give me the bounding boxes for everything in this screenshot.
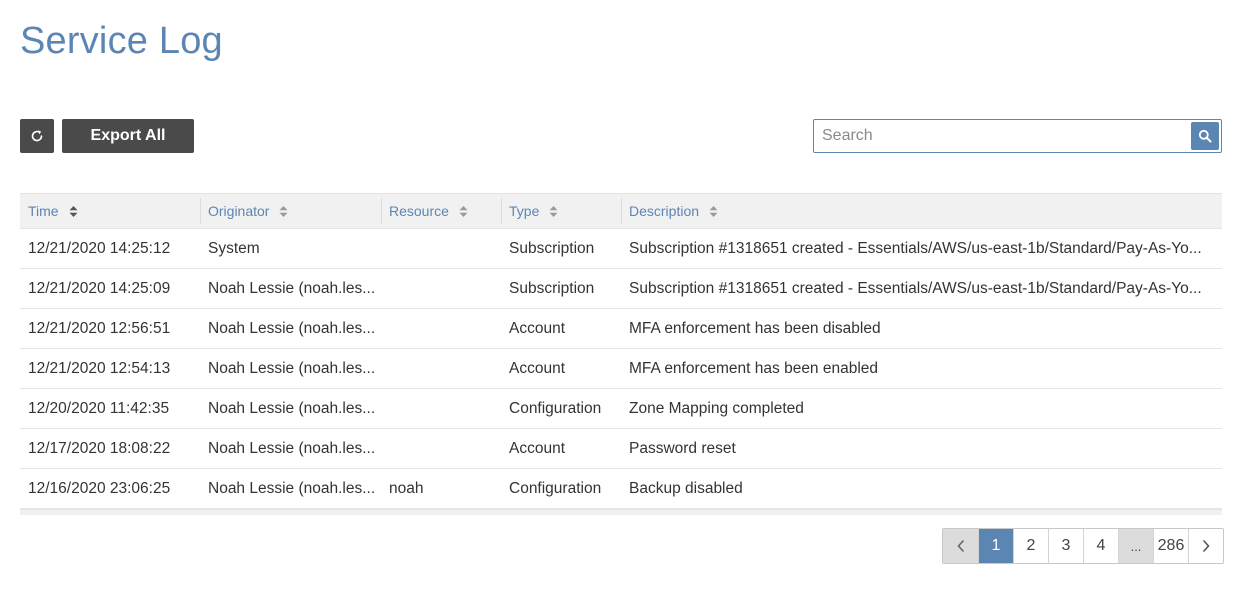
search-input[interactable] <box>814 120 1190 152</box>
cell-resource <box>381 269 501 308</box>
cell-type: Account <box>509 319 566 337</box>
page-button-1[interactable]: 1 <box>978 529 1013 563</box>
table-header: Time Originator Resource Type Descriptio… <box>20 193 1222 229</box>
search-box <box>813 119 1222 153</box>
cell-time: 12/17/2020 18:08:22 <box>28 439 171 457</box>
chevron-left-icon <box>956 539 964 553</box>
column-header-description[interactable]: Description <box>621 194 1222 228</box>
column-label: Originator <box>208 203 270 219</box>
cell-time: 12/20/2020 11:42:35 <box>28 399 170 417</box>
cell-time: 12/21/2020 12:56:51 <box>28 319 171 337</box>
table-row[interactable]: 12/21/2020 12:56:51 Noah Lessie (noah.le… <box>20 309 1222 349</box>
cell-type: Subscription <box>509 279 595 297</box>
cell-time: 12/21/2020 12:54:13 <box>28 359 171 377</box>
column-label: Resource <box>389 203 449 219</box>
column-label: Time <box>28 203 59 219</box>
cell-time: 12/21/2020 14:25:09 <box>28 279 171 297</box>
cell-originator: Noah Lessie (noah.les... <box>208 319 376 337</box>
cell-originator: Noah Lessie (noah.les... <box>208 479 376 497</box>
cell-originator: System <box>208 239 260 257</box>
sort-icon <box>279 205 288 217</box>
cell-description: Subscription #1318651 created - Essentia… <box>629 279 1202 297</box>
cell-resource <box>381 229 501 268</box>
column-header-originator[interactable]: Originator <box>200 194 381 228</box>
previous-page-button[interactable] <box>943 529 978 563</box>
cell-type: Subscription <box>509 239 595 257</box>
search-button[interactable] <box>1191 122 1219 150</box>
page-button-4[interactable]: 4 <box>1083 529 1118 563</box>
sort-icon <box>459 205 468 217</box>
page-ellipsis: ... <box>1118 529 1153 563</box>
column-header-time[interactable]: Time <box>20 194 200 228</box>
cell-description: Subscription #1318651 created - Essentia… <box>629 239 1202 257</box>
refresh-icon <box>31 130 43 142</box>
cell-description: Backup disabled <box>629 479 743 497</box>
refresh-button[interactable] <box>20 119 54 153</box>
cell-type: Account <box>509 439 566 457</box>
page-button-3[interactable]: 3 <box>1048 529 1083 563</box>
column-label: Type <box>509 203 540 219</box>
cell-originator: Noah Lessie (noah.les... <box>208 439 376 457</box>
cell-originator: Noah Lessie (noah.les... <box>208 359 376 377</box>
next-page-button[interactable] <box>1188 529 1223 563</box>
column-label: Description <box>629 203 700 219</box>
table-row[interactable]: 12/21/2020 12:54:13 Noah Lessie (noah.le… <box>20 349 1222 389</box>
cell-type: Configuration <box>509 479 602 497</box>
sort-icon <box>549 205 558 217</box>
page-button-last[interactable]: 286 <box>1153 529 1188 563</box>
cell-originator: Noah Lessie (noah.les... <box>208 279 376 297</box>
table-body: 12/21/2020 14:25:12 System Subscription … <box>20 229 1222 509</box>
cell-type: Account <box>509 359 566 377</box>
cell-resource <box>381 349 501 388</box>
table-row[interactable]: 12/20/2020 11:42:35 Noah Lessie (noah.le… <box>20 389 1222 429</box>
cell-resource: noah <box>389 479 424 497</box>
cell-originator: Noah Lessie (noah.les... <box>208 399 376 417</box>
search-icon <box>1198 129 1212 143</box>
column-header-type[interactable]: Type <box>501 194 621 228</box>
cell-type: Configuration <box>509 399 602 417</box>
cell-resource <box>381 429 501 468</box>
cell-resource <box>381 389 501 428</box>
page-title: Service Log <box>20 20 223 62</box>
sort-icon <box>69 205 78 217</box>
cell-time: 12/16/2020 23:06:25 <box>28 479 171 497</box>
cell-time: 12/21/2020 14:25:12 <box>28 239 171 257</box>
table-row[interactable]: 12/21/2020 14:25:09 Noah Lessie (noah.le… <box>20 269 1222 309</box>
cell-description: Zone Mapping completed <box>629 399 804 417</box>
service-log-table: Time Originator Resource Type Descriptio… <box>20 193 1222 515</box>
pagination: 1 2 3 4 ... 286 <box>942 528 1224 564</box>
cell-resource <box>381 309 501 348</box>
chevron-right-icon <box>1202 539 1210 553</box>
table-row[interactable]: 12/17/2020 18:08:22 Noah Lessie (noah.le… <box>20 429 1222 469</box>
cell-description: MFA enforcement has been disabled <box>629 319 881 337</box>
table-row[interactable]: 12/16/2020 23:06:25 Noah Lessie (noah.le… <box>20 469 1222 509</box>
column-header-resource[interactable]: Resource <box>381 194 501 228</box>
horizontal-scrollbar[interactable] <box>20 509 1222 515</box>
sort-icon <box>709 205 718 217</box>
cell-description: MFA enforcement has been enabled <box>629 359 879 377</box>
page-button-2[interactable]: 2 <box>1013 529 1048 563</box>
export-all-button[interactable]: Export All <box>62 119 194 153</box>
cell-description: Password reset <box>629 439 736 457</box>
table-row[interactable]: 12/21/2020 14:25:12 System Subscription … <box>20 229 1222 269</box>
